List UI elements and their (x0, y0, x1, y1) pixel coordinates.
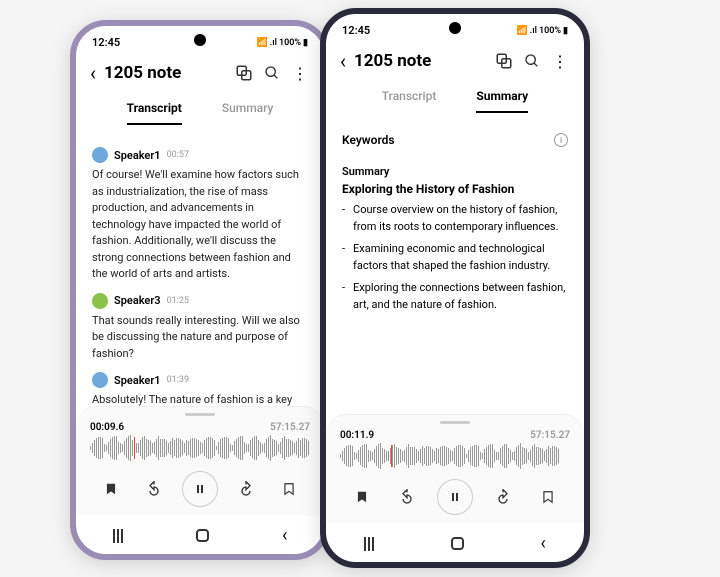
tab-summary[interactable]: Summary (222, 93, 274, 125)
nav-bar: ‹ (326, 523, 584, 562)
timestamp: 01:25 (167, 296, 189, 306)
camera-notch (194, 34, 206, 46)
forward-icon[interactable] (489, 483, 517, 511)
nav-recents[interactable] (364, 537, 374, 551)
avatar (92, 372, 108, 388)
battery-text: 100% (279, 38, 301, 48)
info-icon[interactable]: i (554, 133, 568, 147)
search-icon[interactable] (522, 53, 542, 69)
tabs: Transcript Summary (326, 81, 584, 113)
pause-button[interactable] (182, 471, 218, 507)
speaker-row: Speaker3 01:25 (92, 293, 308, 309)
tab-transcript[interactable]: Transcript (127, 93, 182, 125)
summary-section-label: Summary (342, 165, 568, 178)
bullet-text: Exploring the connections between fashio… (353, 280, 568, 313)
transcript-text[interactable]: That sounds really interesting. Will we … (92, 313, 308, 363)
nav-recents[interactable] (113, 529, 123, 543)
summary-bullet: - Exploring the connections between fash… (342, 280, 568, 313)
more-icon[interactable]: ⋮ (290, 64, 310, 83)
translate-icon[interactable] (234, 64, 254, 82)
nav-bar: ‹ (76, 515, 324, 554)
player-controls (90, 465, 310, 513)
speaker-name: Speaker1 (114, 374, 161, 387)
bookmark-icon[interactable] (97, 475, 125, 503)
keywords-row: Keywords i (342, 125, 568, 155)
tabs: Transcript Summary (76, 93, 324, 125)
bookmark-add-icon[interactable] (275, 475, 303, 503)
speaker-row: Speaker1 01:39 (92, 372, 308, 388)
bullet-dash: - (342, 241, 345, 274)
tab-transcript[interactable]: Transcript (382, 81, 437, 113)
current-time: 00:09.6 (90, 422, 124, 433)
time-row: 00:11.9 57:15.27 (340, 430, 570, 441)
phone-summary: 12:45 📶 .ıl 100% ▮ ‹ 1205 note ⋮ Transcr… (320, 8, 590, 568)
back-icon[interactable]: ‹ (90, 61, 96, 85)
battery-icon: ▮ (303, 38, 308, 48)
signal-icon: .ıl (270, 38, 277, 48)
speaker-name: Speaker3 (114, 294, 161, 307)
camera-notch (449, 22, 461, 34)
audio-player: 00:09.6 57:15.27 (76, 406, 324, 515)
rewind-icon[interactable] (393, 483, 421, 511)
timestamp: 00:57 (167, 150, 189, 160)
search-icon[interactable] (262, 65, 282, 81)
timestamp: 01:39 (167, 375, 189, 385)
drag-handle[interactable] (440, 421, 470, 424)
playhead-cursor[interactable] (134, 437, 135, 459)
battery-icon: ▮ (563, 26, 568, 36)
bullet-dash: - (342, 202, 345, 235)
waveform[interactable] (90, 437, 310, 459)
header: ‹ 1205 note ⋮ (326, 41, 584, 81)
transcript-content[interactable]: Speaker1 00:57 Of course! We'll examine … (76, 129, 324, 406)
status-icons: 📶 .ıl 100% ▮ (256, 38, 308, 48)
audio-player: 00:11.9 57:15.27 (326, 414, 584, 523)
back-icon[interactable]: ‹ (340, 49, 346, 73)
forward-icon[interactable] (232, 475, 260, 503)
keywords-label: Keywords (342, 133, 395, 147)
translate-icon[interactable] (494, 52, 514, 70)
bookmark-icon[interactable] (348, 483, 376, 511)
battery-text: 100% (539, 26, 561, 36)
signal-icon: .ıl (530, 26, 537, 36)
speaker-name: Speaker1 (114, 149, 161, 162)
wifi-icon: 📶 (516, 26, 527, 36)
status-icons: 📶 .ıl 100% ▮ (516, 26, 568, 36)
bullet-text: Examining economic and technological fac… (353, 241, 568, 274)
player-controls (340, 473, 570, 521)
drag-handle[interactable] (185, 413, 215, 416)
bookmark-add-icon[interactable] (534, 483, 562, 511)
playhead-cursor[interactable] (391, 445, 392, 467)
waveform[interactable] (340, 445, 570, 467)
summary-content[interactable]: Keywords i Summary Exploring the History… (326, 117, 584, 414)
total-time: 57:15.27 (530, 430, 570, 441)
nav-home[interactable] (196, 529, 209, 542)
status-time: 12:45 (342, 24, 370, 37)
nav-home[interactable] (451, 537, 464, 550)
transcript-text[interactable]: Of course! We'll examine how factors suc… (92, 167, 308, 283)
summary-title: Exploring the History of Fashion (342, 182, 568, 196)
summary-bullet: - Examining economic and technological f… (342, 241, 568, 274)
status-time: 12:45 (92, 36, 120, 49)
summary-bullet: - Course overview on the history of fash… (342, 202, 568, 235)
transcript-text[interactable]: Absolutely! The nature of fashion is a k… (92, 392, 308, 406)
total-time: 57:15.27 (270, 422, 310, 433)
speaker-row: Speaker1 00:57 (92, 147, 308, 163)
page-title: 1205 note (354, 51, 486, 71)
pause-button[interactable] (437, 479, 473, 515)
time-row: 00:09.6 57:15.27 (90, 422, 310, 433)
avatar (92, 293, 108, 309)
wifi-icon: 📶 (256, 38, 267, 48)
current-time: 00:11.9 (340, 430, 374, 441)
avatar (92, 147, 108, 163)
phone-transcript: 12:45 📶 .ıl 100% ▮ ‹ 1205 note ⋮ Transcr… (70, 20, 330, 560)
more-icon[interactable]: ⋮ (550, 52, 570, 71)
bullet-text: Course overview on the history of fashio… (353, 202, 568, 235)
header: ‹ 1205 note ⋮ (76, 53, 324, 93)
nav-back[interactable]: ‹ (282, 525, 287, 546)
rewind-icon[interactable] (140, 475, 168, 503)
bullet-dash: - (342, 280, 345, 313)
nav-back[interactable]: ‹ (540, 533, 545, 554)
page-title: 1205 note (104, 63, 226, 83)
tab-summary[interactable]: Summary (476, 81, 528, 113)
